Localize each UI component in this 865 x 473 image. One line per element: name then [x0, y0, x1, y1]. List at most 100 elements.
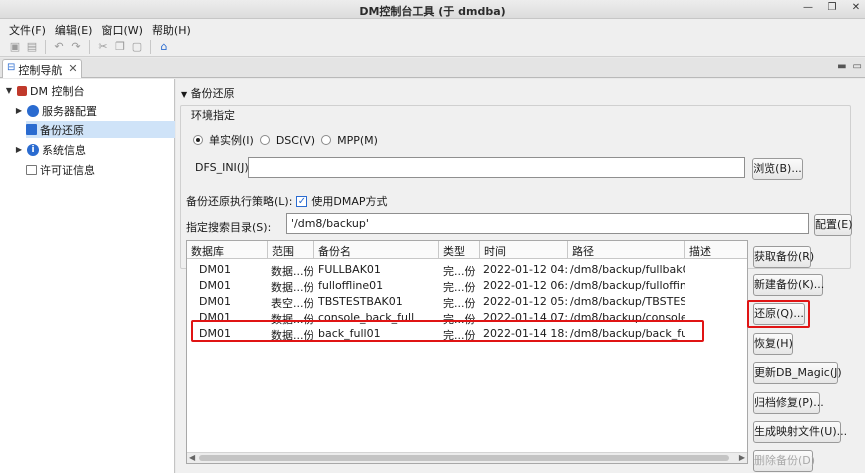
cell-database: DM01	[199, 263, 231, 276]
menu-file[interactable]: 文件(F)	[6, 19, 52, 38]
expand-right-icon[interactable]: ▶	[14, 145, 24, 154]
radio-single-instance[interactable]	[193, 135, 203, 145]
toolbar: ▣ ▤ ↶ ↷ ✂ ❐ ▢ ⌂	[0, 38, 865, 57]
dmap-label: 使用DMAP方式	[311, 195, 388, 208]
column-header-scope[interactable]: 范围	[268, 241, 314, 259]
copy-icon[interactable]: ❐	[113, 40, 127, 54]
navigator-icon: ⊟	[7, 62, 16, 73]
scrollbar-thumb[interactable]	[199, 455, 729, 461]
search-dir-input[interactable]: '/dm8/backup'	[286, 213, 809, 234]
instance-type-radios: 单实例(I) DSC(V) MPP(M)	[193, 132, 378, 148]
column-header-type[interactable]: 类型	[439, 241, 480, 259]
cell-scope: 表空...份	[271, 297, 313, 310]
column-header-time[interactable]: 时间	[480, 241, 568, 259]
redo-icon[interactable]: ↷	[69, 40, 83, 54]
tree-item-label: 许可证信息	[40, 163, 95, 177]
search-dir-label: 指定搜索目录(S):	[186, 221, 272, 234]
section-title: ▼ 备份还原	[181, 87, 235, 100]
tree-item-label: 服务器配置	[42, 104, 97, 118]
view-tab-bar: ⊟ 控制导航 ✕ ▬ ▭	[0, 58, 865, 78]
radio-label: 单实例(I)	[209, 134, 254, 147]
horizontal-scrollbar[interactable]: ◀ ▶	[187, 452, 747, 463]
update-db-magic-button[interactable]: 更新DB_Magic(J)	[753, 362, 842, 384]
highlight-selected-row	[191, 320, 704, 342]
server-config-icon	[27, 104, 39, 117]
fetch-backup-button[interactable]: 获取备份(R)	[753, 246, 814, 268]
cell-backup-name: TBSTESTBAK01	[318, 295, 403, 308]
new-backup-button[interactable]: 新建备份(K)...	[753, 274, 824, 296]
tree-item-backup-restore[interactable]: 备份还原	[26, 121, 175, 138]
cell-path: /dm8/backup/fulloffin...	[570, 279, 685, 292]
close-window-icon[interactable]: ✕	[849, 1, 863, 15]
license-icon	[26, 164, 37, 175]
cell-database: DM01	[199, 295, 231, 308]
info-icon: i	[27, 143, 39, 156]
scroll-right-icon[interactable]: ▶	[739, 453, 745, 462]
menu-edit[interactable]: 编辑(E)	[52, 19, 99, 38]
minimize-icon[interactable]: —	[801, 1, 815, 15]
archive-repair-button[interactable]: 归档修复(P)...	[753, 392, 824, 414]
dfs-ini-label: DFS_INI(J):	[195, 161, 253, 174]
table-row[interactable]: DM01 数据...份 FULLBAK01 完...份 2022-01-12 0…	[187, 262, 747, 278]
tree-item-system-info[interactable]: ▶ i 系统信息	[14, 141, 86, 158]
browse-button[interactable]: 浏览(B)...	[752, 158, 803, 180]
menu-window[interactable]: 窗口(W)	[98, 19, 148, 38]
cell-database: DM01	[199, 279, 231, 292]
view-minimize-icon[interactable]: ▬	[837, 61, 846, 72]
collapse-icon[interactable]: ▼	[181, 90, 187, 99]
table-header: 数据库 范围 备份名 类型 时间 路径 描述	[187, 241, 747, 259]
dfs-ini-input[interactable]	[248, 157, 745, 178]
dmap-checkbox[interactable]: ✓	[296, 195, 308, 207]
tree-item-label: 系统信息	[42, 143, 86, 157]
table-row[interactable]: DM01 数据...份 fulloffline01 完...份 2022-01-…	[187, 278, 747, 294]
window-title: DM控制台工具 (于 dmdba)	[359, 5, 506, 18]
toolbar-separator	[150, 40, 151, 54]
navigation-tree: ▼ DM 控制台 ▶ 服务器配置 备份还原 ▶ i 系统信息 许可证信息	[0, 79, 175, 473]
paste-icon[interactable]: ▢	[130, 40, 144, 54]
toolbar-separator	[45, 40, 46, 54]
strategy-label: 备份还原执行策略(L):	[186, 195, 293, 208]
highlight-restore-button	[747, 300, 810, 328]
view-maximize-icon[interactable]: ▭	[853, 61, 862, 72]
tree-item-license-info[interactable]: 许可证信息	[26, 161, 95, 178]
cell-type: 完...份	[443, 281, 476, 294]
menu-help[interactable]: 帮助(H)	[149, 19, 197, 38]
cell-path: /dm8/backup/TBSTES...	[570, 295, 685, 308]
save-all-icon[interactable]: ▤	[25, 40, 39, 54]
save-icon[interactable]: ▣	[8, 40, 22, 54]
cut-icon[interactable]: ✂	[96, 40, 110, 54]
cell-backup-name: FULLBAK01	[318, 263, 381, 276]
dm-console-icon	[17, 85, 27, 96]
expand-right-icon[interactable]: ▶	[14, 106, 24, 115]
tab-control-navigation[interactable]: ⊟ 控制导航 ✕	[2, 59, 82, 78]
cell-time: 2022-01-12 06:30...	[483, 279, 568, 292]
table-row[interactable]: DM01 表空...份 TBSTESTBAK01 完...份 2022-01-1…	[187, 294, 747, 310]
environment-group-label: 环境指定	[189, 107, 237, 123]
tab-label: 控制导航	[18, 64, 63, 77]
generate-mapping-file-button[interactable]: 生成映射文件(U)...	[753, 421, 847, 443]
strategy-row: 备份还原执行策略(L): ✓ 使用DMAP方式	[186, 193, 388, 209]
tree-root-dm-console[interactable]: ▼ DM 控制台	[4, 82, 85, 99]
column-header-path[interactable]: 路径	[568, 241, 685, 259]
tree-item-server-config[interactable]: ▶ 服务器配置	[14, 102, 97, 119]
radio-dsc[interactable]	[259, 135, 270, 145]
home-icon[interactable]: ⌂	[157, 40, 171, 54]
cell-type: 完...份	[443, 297, 476, 310]
menu-bar: 文件(F) 编辑(E) 窗口(W) 帮助(H)	[0, 19, 865, 38]
column-header-backup-name[interactable]: 备份名	[314, 241, 439, 259]
title-bar: DM控制台工具 (于 dmdba) — ❐ ✕	[0, 0, 865, 19]
delete-backup-button[interactable]: 删除备份(D)	[753, 450, 815, 472]
backup-restore-panel: ▼ 备份还原 环境指定 单实例(I) DSC(V) MPP(M) DFS_INI…	[176, 79, 865, 473]
recover-button[interactable]: 恢复(H)	[753, 333, 793, 355]
column-header-description[interactable]: 描述	[685, 241, 747, 259]
config-button[interactable]: 配置(E)	[814, 214, 853, 236]
undo-icon[interactable]: ↶	[52, 40, 66, 54]
scroll-left-icon[interactable]: ◀	[189, 453, 195, 462]
maximize-icon[interactable]: ❐	[825, 1, 839, 15]
tab-close-icon[interactable]: ✕	[68, 62, 77, 78]
radio-label: DSC(V)	[275, 133, 316, 147]
backup-restore-icon	[26, 124, 37, 135]
expand-down-icon[interactable]: ▼	[4, 86, 14, 95]
radio-mpp[interactable]	[321, 135, 332, 145]
column-header-database[interactable]: 数据库	[187, 241, 268, 259]
